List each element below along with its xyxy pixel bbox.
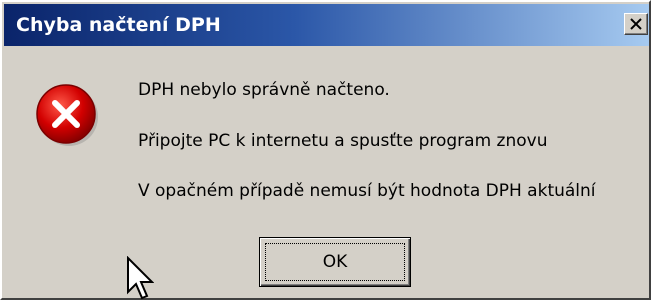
error-dialog: Chyba načtení DPH DPH nebylo správně nač… [0,0,651,300]
title-bar[interactable]: Chyba načtení DPH [4,4,649,46]
window-title: Chyba načtení DPH [16,14,221,36]
message-line-2: Připojte PC k internetu a spusťte progra… [138,131,548,151]
message-line-1: DPH nebylo správně načteno. [138,80,390,100]
close-button[interactable] [624,13,648,35]
arrow-cursor-icon [127,256,154,300]
error-icon [36,84,98,146]
close-icon [630,18,642,30]
ok-button[interactable]: OK [259,237,411,287]
ok-button-label: OK [322,252,348,272]
message-line-3: V opačném případě nemusí být hodnota DPH… [138,181,596,201]
